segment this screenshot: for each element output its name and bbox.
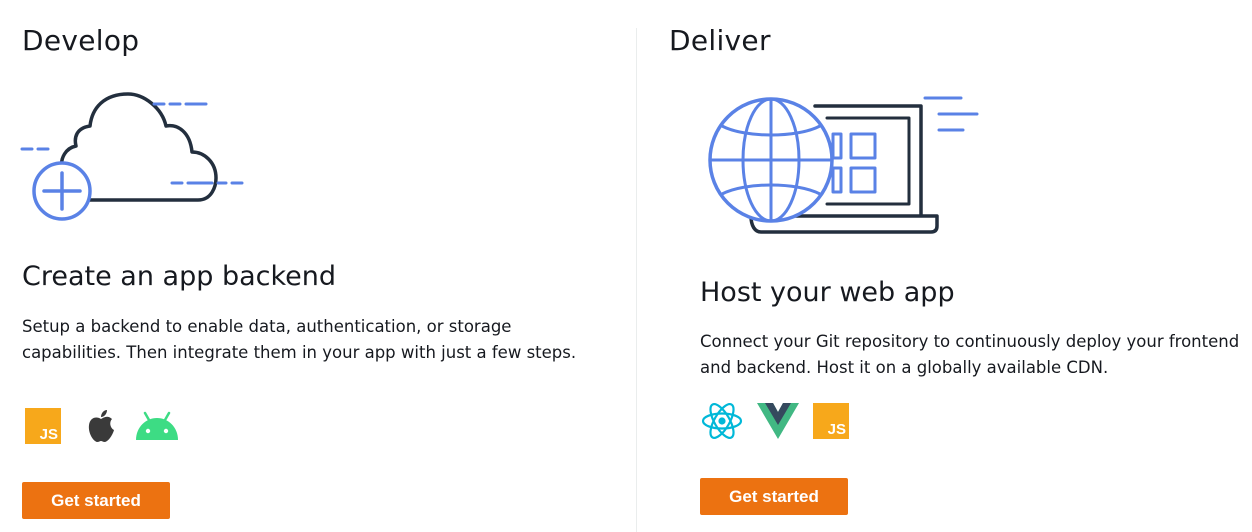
deliver-panel: Deliver Host your web app Connect your G…	[637, 0, 1252, 532]
javascript-icon: JS	[25, 408, 61, 444]
deliver-get-started-button[interactable]: Get started	[700, 478, 848, 515]
globe-laptop-illustration	[708, 96, 979, 234]
react-icon	[701, 402, 743, 440]
vue-icon	[757, 402, 799, 440]
deliver-card-description: Connect your Git repository to continuou…	[700, 332, 1240, 377]
develop-platform-list: JS	[25, 406, 181, 446]
deliver-card-title: Host your web app	[700, 277, 955, 308]
develop-card-description: Setup a backend to enable data, authenti…	[22, 317, 577, 362]
android-icon	[133, 408, 181, 444]
deliver-platform-list: JS	[701, 402, 849, 440]
develop-panel: Develop Create an app backend Setup a ba…	[0, 0, 636, 532]
javascript-icon: JS	[813, 403, 849, 439]
develop-get-started-button[interactable]: Get started	[22, 482, 170, 519]
develop-card-title: Create an app backend	[22, 261, 337, 292]
develop-section-title: Develop	[22, 24, 140, 57]
apple-icon	[83, 406, 119, 446]
deliver-section-title: Deliver	[669, 24, 771, 57]
cloud-add-illustration	[20, 92, 244, 221]
